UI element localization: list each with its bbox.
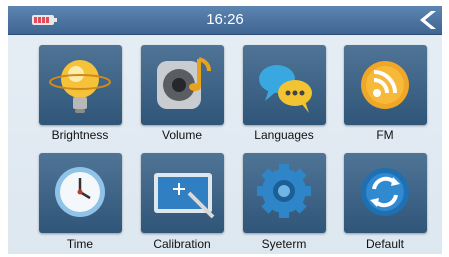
menu-label-fm: FM xyxy=(376,128,394,142)
default-icon xyxy=(361,168,409,216)
menu-label-brightness: Brightness xyxy=(51,128,109,142)
back-button[interactable] xyxy=(414,9,438,31)
volume-icon xyxy=(157,57,211,109)
fm-icon xyxy=(361,61,409,109)
volume-button[interactable] xyxy=(141,45,224,125)
menu-label-calibration: Calibration xyxy=(153,237,211,251)
menu-label-time: Time xyxy=(66,237,94,251)
languages-icon xyxy=(259,65,312,113)
calibration-icon xyxy=(154,173,215,219)
system-icon xyxy=(257,164,311,218)
system-button[interactable] xyxy=(243,153,326,233)
time-icon xyxy=(55,167,105,217)
menu-label-system: Syeterm xyxy=(261,237,307,251)
calibration-button[interactable] xyxy=(141,153,224,233)
menu-label-languages: Languages xyxy=(254,128,314,142)
menu-label-default: Default xyxy=(365,237,405,251)
clock: 16:26 xyxy=(206,11,244,28)
back-arrow-icon xyxy=(420,11,436,29)
settings-screen: 16:26 Brightness Volume Languages FM Tim… xyxy=(8,6,442,254)
status-bar: 16:26 xyxy=(8,6,442,35)
default-button[interactable] xyxy=(344,153,427,233)
menu-label-volume: Volume xyxy=(161,128,203,142)
brightness-icon xyxy=(49,60,111,113)
fm-button[interactable] xyxy=(344,45,427,125)
brightness-button[interactable] xyxy=(39,45,122,125)
languages-button[interactable] xyxy=(243,45,326,125)
time-button[interactable] xyxy=(39,153,122,233)
